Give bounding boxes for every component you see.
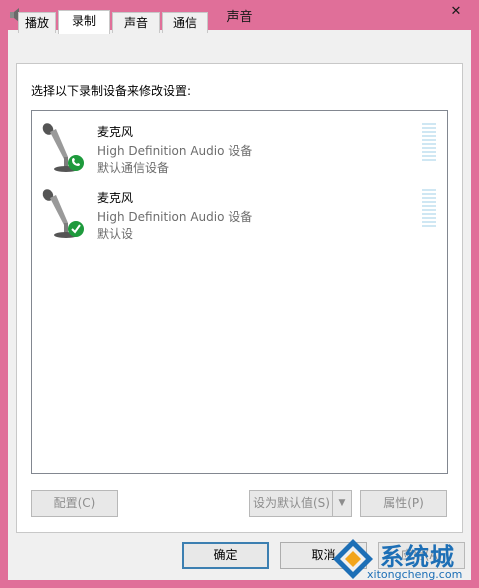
brand-url: xitongcheng.com	[367, 568, 463, 581]
set-default-label: 设为默认值(S)	[253, 496, 330, 510]
instruction-label: 选择以下录制设备来修改设置:	[31, 84, 192, 98]
tab-communications[interactable]: 通信	[162, 12, 208, 33]
set-default-button[interactable]: 设为默认值(S) ▼	[249, 490, 352, 517]
properties-button[interactable]: 属性(P)	[360, 490, 447, 517]
device-description: High Definition Audio 设备	[97, 144, 253, 158]
device-description: High Definition Audio 设备	[97, 210, 253, 224]
microphone-icon	[42, 189, 84, 238]
device-item[interactable]: 麦克风 High Definition Audio 设备 默认设	[32, 181, 447, 247]
device-name: 麦克风	[97, 191, 134, 205]
device-name: 麦克风	[97, 125, 134, 139]
level-meter	[422, 123, 436, 163]
tab-sounds[interactable]: 声音	[112, 12, 160, 33]
device-list[interactable]: 麦克风 High Definition Audio 设备 默认通信设备 麦克风 …	[31, 110, 448, 474]
tab-recording[interactable]: 录制	[58, 10, 110, 34]
close-button[interactable]: ✕	[440, 2, 472, 22]
phone-badge-icon	[68, 155, 84, 171]
tab-playback[interactable]: 播放	[18, 12, 56, 33]
brand-name: 系统城	[380, 543, 455, 571]
device-item[interactable]: 麦克风 High Definition Audio 设备 默认通信设备	[32, 115, 447, 181]
watermark: 系统城 xitongcheng.com	[325, 535, 475, 585]
chevron-down-icon[interactable]: ▼	[332, 491, 351, 516]
device-status: 默认通信设备	[97, 161, 170, 175]
device-status: 默认设	[97, 227, 134, 241]
microphone-icon	[42, 123, 84, 172]
level-meter	[422, 189, 436, 229]
configure-button[interactable]: 配置(C)	[31, 490, 118, 517]
ok-button[interactable]: 确定	[182, 542, 269, 569]
